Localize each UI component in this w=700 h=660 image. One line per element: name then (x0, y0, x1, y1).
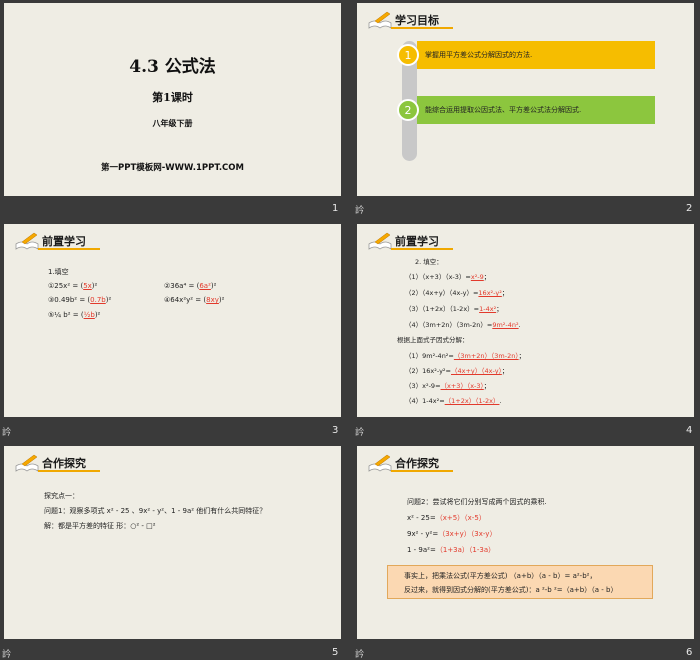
goal-number-1: 1 (397, 44, 419, 66)
factor-line-1: （1）9m²-4n²=（3m+2n）（3m-2n）； (405, 352, 526, 360)
question-2: 问题2：尝试将它们分别写成两个因式的乘积. (407, 498, 547, 506)
slide-header: 前置学习 (357, 224, 694, 256)
factor-row-2: 9x² - y²=（3x+y）（3x-y） (407, 530, 497, 538)
goal-bar-2: 能综合运用提取公因式法、平方差公式法分解因式. (417, 96, 655, 124)
slide-mark: 訡 (355, 428, 365, 438)
slide-mark: 訡 (355, 650, 365, 660)
goal-number-2: 2 (397, 99, 419, 121)
exploration-point: 探究点一： (44, 492, 79, 500)
header-title: 学习目标 (395, 14, 439, 27)
slide-2-thumbnail[interactable]: 学习目标 掌握用平方差公式分解因式的方法. 1 能综合运用提取公因式法、平方差公… (357, 3, 694, 196)
slide-5-thumbnail[interactable]: 合作探究 探究点一： 问题1：观察多项式 x² - 25 、9x² - y²、1… (4, 446, 341, 639)
slide-header: 合作探究 (357, 446, 694, 478)
header-title: 合作探究 (42, 457, 86, 470)
question-1: 问题1：观察多项式 x² - 25 、9x² - y²、1 - 9a² 他们有什… (44, 507, 267, 515)
book-pencil-icon (15, 454, 39, 472)
header-underline (391, 470, 453, 472)
slide-mark: 訡 (2, 650, 12, 660)
exercise-intro: 1.填空 (48, 268, 69, 276)
slide-header: 前置学习 (4, 224, 341, 256)
book-pencil-icon (15, 232, 39, 250)
fill-line-4: （4）（3m+2n）（3m-2n）=9m²-4n². (405, 321, 521, 329)
book-pencil-icon (368, 11, 392, 29)
slide-header: 合作探究 (4, 446, 341, 478)
exercise-item-1: ①25x² = (5x)² (48, 282, 98, 290)
slide-number: 6 (686, 647, 693, 658)
exercise-item-5: ⑤¼ b² = (½b)² (48, 311, 101, 319)
fill-line-1: （1）（x+3）（x-3）=x²-9； (405, 273, 491, 281)
grade-label: 八年级下册 (152, 119, 193, 128)
slide-6-thumbnail[interactable]: 合作探究 问题2：尝试将它们分别写成两个因式的乘积. x² - 25=（x+5）… (357, 446, 694, 639)
exercise-item-2: ②36a⁴ = (6a²)² (164, 282, 217, 290)
fill-intro: 2. 填空： (415, 258, 443, 266)
slide-mark: 訡 (355, 206, 365, 216)
header-underline (38, 470, 100, 472)
slide-title: 4.3 公式法 (129, 57, 216, 77)
site-label: 第一PPT模板网-WWW.1PPT.COM (101, 163, 244, 173)
book-pencil-icon (368, 454, 392, 472)
factor-line-4: （4）1-4x²=（1+2x）（1-2x）. (405, 397, 502, 405)
slide-number: 4 (686, 425, 693, 436)
header-underline (391, 27, 453, 29)
slide-subtitle: 第1课时 (152, 91, 193, 104)
book-pencil-icon (368, 232, 392, 250)
summary-box: 事实上，把乘法公式(平方差公式) （a+b）（a - b）= a²-b²， 反过… (387, 565, 653, 599)
factor-line-3: （3）x²-9=（x+3）（x-3）； (405, 382, 491, 390)
slide-1-thumbnail[interactable]: 4.3 公式法 第1课时 八年级下册 第一PPT模板网-WWW.1PPT.COM (4, 3, 341, 196)
slide-number: 1 (332, 203, 339, 214)
slide-header: 学习目标 (357, 3, 694, 35)
factor-row-1: x² - 25=（x+5）（x-5） (407, 514, 486, 522)
factor-intro: 根据上面式子因式分解： (397, 336, 469, 344)
exercise-item-3: ③0.49b² = (0.7b)² (48, 296, 112, 304)
exercise-item-4: ④64x²y² = (8xy)² (164, 296, 225, 304)
slide-number: 3 (332, 425, 339, 436)
slide-4-thumbnail[interactable]: 前置学习 2. 填空： （1）（x+3）（x-3）=x²-9； （2）（4x+y… (357, 224, 694, 417)
slide-3-thumbnail[interactable]: 前置学习 1.填空 ①25x² = (5x)² ②36a⁴ = (6a²)² ③… (4, 224, 341, 417)
slide-number: 2 (686, 203, 693, 214)
slide-mark: 訡 (2, 428, 12, 438)
slide-number: 5 (332, 647, 339, 658)
header-title: 前置学习 (395, 235, 439, 248)
header-underline (38, 248, 100, 250)
answer-1: 解：都是平方差的特征 形：○² - □² (44, 522, 156, 530)
factor-line-2: （2）16x²-y²=（4x+y）（4x-y）； (405, 367, 509, 375)
header-title: 合作探究 (395, 457, 439, 470)
fill-line-2: （2）（4x+y）（4x-y）=16x²-y²； (405, 289, 509, 297)
header-title: 前置学习 (42, 235, 86, 248)
goal-bar-1: 掌握用平方差公式分解因式的方法. (417, 41, 655, 69)
fill-line-3: （3）（1+2x）（1-2x）=1-4x²； (405, 305, 503, 313)
summary-line-2: 反过来，就得到因式分解的(平方差公式)：a ²-b ²=（a+b）（a - b） (404, 586, 618, 594)
factor-row-3: 1 - 9a²=（1+3a）（1-3a） (407, 546, 496, 554)
header-underline (391, 248, 453, 250)
summary-line-1: 事实上，把乘法公式(平方差公式) （a+b）（a - b）= a²-b²， (404, 572, 597, 580)
